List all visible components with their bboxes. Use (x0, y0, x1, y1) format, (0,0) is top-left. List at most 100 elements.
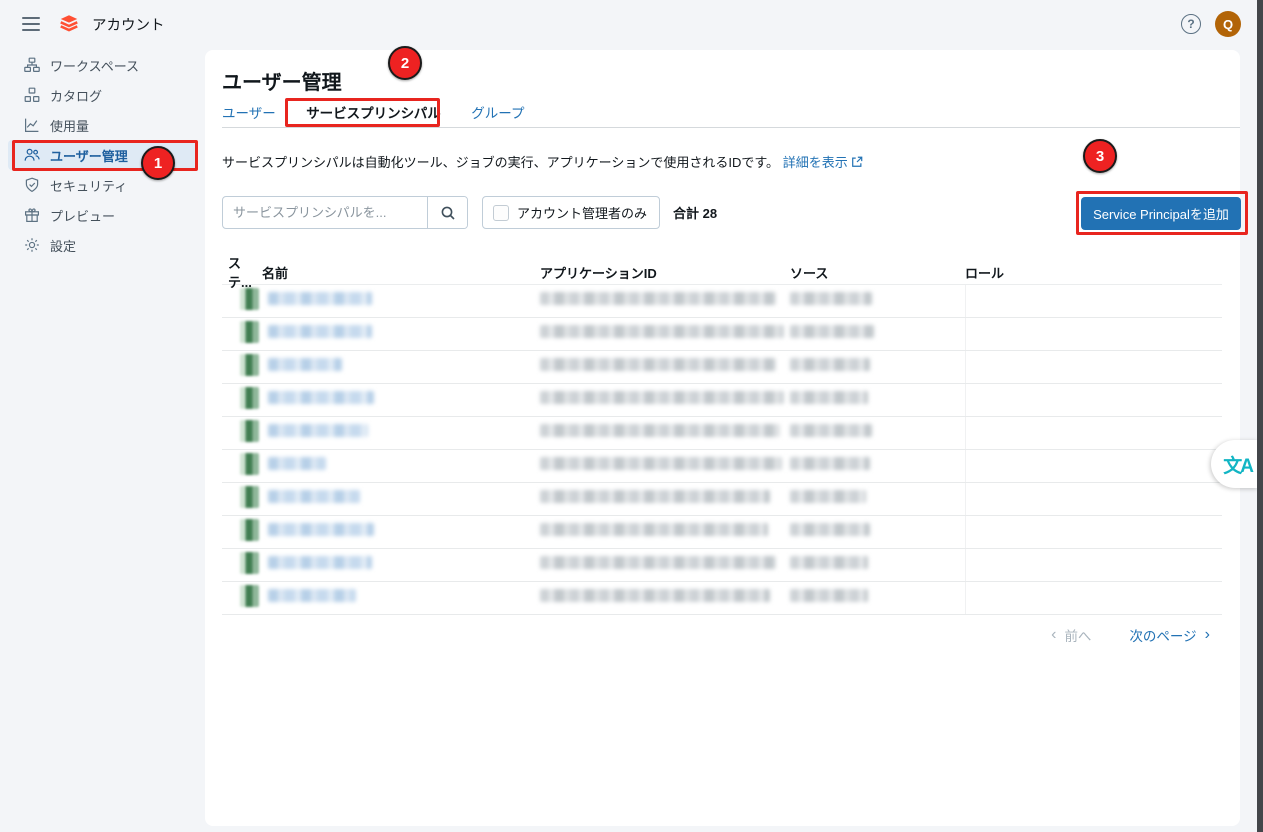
role-cell (965, 384, 1222, 416)
redacted-source (790, 424, 872, 437)
total-value: 28 (702, 206, 718, 221)
translate-widget[interactable]: 文A (1211, 440, 1258, 488)
shield-icon (24, 177, 40, 193)
catalog-icon (24, 87, 40, 103)
redacted-name-link[interactable] (268, 424, 368, 437)
role-cell (965, 351, 1222, 383)
search-box (222, 196, 468, 229)
redacted-source (790, 391, 868, 404)
details-link[interactable]: 詳細を表示 (783, 155, 863, 170)
sidebar-item-previews[interactable]: プレビュー (8, 200, 197, 230)
status-active-icon (240, 518, 259, 541)
role-cell (965, 483, 1222, 515)
tab-bar: ユーザー サービスプリンシパル グループ (222, 102, 1240, 128)
redacted-application-id (540, 457, 782, 470)
sidebar-item-security[interactable]: セキュリティ (8, 170, 197, 200)
account-admin-filter[interactable]: アカウント管理者のみ (482, 196, 661, 229)
table-row (222, 351, 1222, 384)
column-header-application-id: アプリケーションID (540, 265, 657, 281)
add-service-principal-button[interactable]: Service Principalを追加 (1081, 197, 1241, 230)
top-bar: アカウント ? Q (0, 0, 1263, 48)
table-row (222, 318, 1222, 351)
redacted-name-link[interactable] (268, 589, 356, 602)
redacted-name-link[interactable] (268, 523, 374, 536)
sidebar-item-user-management[interactable]: ユーザー管理 (8, 140, 197, 170)
users-icon (24, 147, 40, 163)
sidebar-item-usage[interactable]: 使用量 (8, 110, 197, 140)
redacted-source (790, 457, 870, 470)
workspaces-icon (24, 57, 40, 73)
help-icon[interactable]: ? (1181, 14, 1201, 34)
sidebar-item-label: ワークスペース (50, 58, 140, 74)
usage-chart-icon (24, 117, 40, 133)
description-body: サービスプリンシパルは自動化ツール、ジョブの実行、アプリケーションで使用されるI… (222, 155, 780, 170)
sidebar-item-settings[interactable]: 設定 (8, 230, 197, 260)
redacted-name-link[interactable] (268, 391, 374, 404)
redacted-name-link[interactable] (268, 490, 360, 503)
sidebar-item-label: ユーザー管理 (50, 148, 128, 164)
tab-users[interactable]: ユーザー (222, 102, 276, 130)
redacted-application-id (540, 391, 784, 404)
search-input[interactable] (223, 197, 427, 228)
main-panel: ユーザー管理 ユーザー サービスプリンシパル グループ サービスプリンシパルは自… (205, 50, 1241, 826)
page-title: ユーザー管理 (222, 72, 342, 94)
redacted-name-link[interactable] (268, 292, 372, 305)
toolbar: アカウント管理者のみ 合計 28 (222, 196, 717, 229)
status-active-icon (240, 287, 259, 310)
status-active-icon (240, 485, 259, 508)
table-body (222, 284, 1222, 615)
sidebar-item-label: 設定 (50, 238, 77, 254)
redacted-source (790, 556, 868, 569)
table-row (222, 516, 1222, 549)
sidebar-item-label: セキュリティ (50, 178, 128, 194)
details-link-label: 詳細を表示 (782, 155, 848, 170)
status-active-icon (240, 353, 259, 376)
redacted-name-link[interactable] (268, 457, 326, 470)
chevron-right-icon: › (1204, 626, 1210, 643)
next-page-label: 次のページ (1129, 629, 1197, 644)
gift-icon (24, 207, 40, 223)
redacted-name-link[interactable] (268, 358, 342, 371)
role-cell (965, 549, 1222, 581)
next-page-button[interactable]: 次のページ › (1129, 625, 1210, 645)
status-active-icon (240, 419, 259, 442)
table-row (222, 417, 1222, 450)
redacted-application-id (540, 358, 776, 371)
status-active-icon (240, 452, 259, 475)
search-button[interactable] (427, 197, 467, 228)
tab-groups[interactable]: グループ (471, 102, 524, 130)
gear-icon (24, 237, 40, 253)
redacted-source (790, 589, 868, 602)
avatar[interactable]: Q (1215, 11, 1241, 37)
browser-scrollbar[interactable] (1257, 0, 1263, 832)
tab-service-principals[interactable]: サービスプリンシパル (306, 102, 441, 130)
pagination: ‹ 前へ 次のページ › (1051, 625, 1210, 645)
column-header-name: 名前 (262, 265, 289, 281)
table-row (222, 450, 1222, 483)
table-row (222, 549, 1222, 582)
chevron-left-icon: ‹ (1051, 626, 1057, 643)
sidebar-item-label: カタログ (50, 88, 103, 104)
redacted-source (790, 292, 872, 305)
redacted-source (790, 325, 874, 338)
redacted-source (790, 358, 870, 371)
redacted-name-link[interactable] (268, 556, 372, 569)
redacted-application-id (540, 292, 776, 305)
account-admin-checkbox[interactable] (493, 204, 509, 221)
sidebar-item-catalog[interactable]: カタログ (8, 80, 197, 110)
column-header-role: ロール (965, 265, 1005, 281)
app-title: アカウント (92, 17, 165, 34)
redacted-source (790, 523, 870, 536)
table-row (222, 285, 1222, 318)
role-cell (965, 450, 1222, 482)
description-text: サービスプリンシパルは自動化ツール、ジョブの実行、アプリケーションで使用されるI… (222, 152, 863, 171)
hamburger-menu-icon[interactable] (22, 17, 40, 31)
redacted-application-id (540, 325, 784, 338)
table-row (222, 384, 1222, 417)
redacted-application-id (540, 589, 770, 602)
sidebar-item-workspaces[interactable]: ワークスペース (8, 50, 197, 80)
sidebar: ワークスペース カタログ 使用量 ユーザー管理 セキュリティ プレビュー 設定 (0, 50, 205, 260)
redacted-name-link[interactable] (268, 325, 372, 338)
prev-page-button[interactable]: ‹ 前へ (1051, 625, 1091, 645)
redacted-source (790, 490, 866, 503)
